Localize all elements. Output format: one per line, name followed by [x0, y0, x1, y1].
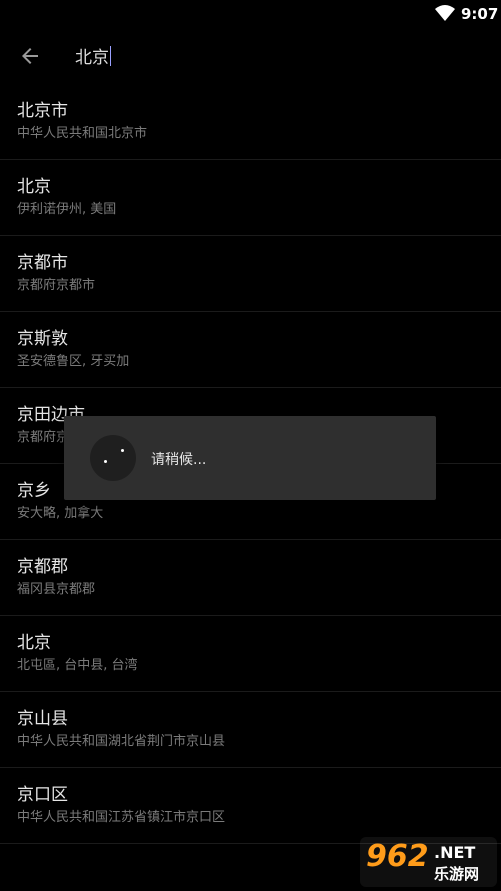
arrow-left-icon[interactable]: [18, 44, 42, 68]
watermark-net: .NET: [434, 843, 476, 862]
result-desc: 安大略, 加拿大: [17, 506, 104, 521]
list-item[interactable]: 京口区中华人民共和国江苏省镇江市京口区: [0, 768, 501, 844]
result-desc: 伊利诺伊州, 美国: [17, 202, 117, 217]
loading-spinner-icon: [90, 435, 136, 481]
result-name: 京都市: [17, 253, 68, 273]
result-name: 北京: [17, 177, 51, 197]
result-name: 北京: [17, 633, 51, 653]
watermark-sub: 乐游网: [434, 865, 480, 883]
result-desc: 京都府京都市: [17, 278, 96, 293]
list-item[interactable]: 京山县中华人民共和国湖北省荆门市京山县: [0, 692, 501, 768]
list-item[interactable]: 北京伊利诺伊州, 美国: [0, 160, 501, 236]
list-item[interactable]: 京都市 京都府京都市: [0, 236, 501, 312]
result-name: 北京市: [17, 101, 68, 121]
search-input[interactable]: 北京: [75, 43, 111, 68]
result-desc: 北屯區, 台中县, 台湾: [17, 658, 138, 673]
search-bar: 北京: [0, 28, 501, 84]
result-name: 京斯敦: [17, 329, 68, 349]
list-item[interactable]: 北京北屯區, 台中县, 台湾: [0, 616, 501, 692]
result-desc: 中华人民共和国湖北省荆门市京山县: [17, 734, 226, 749]
wifi-icon: [435, 5, 455, 21]
watermark-logo: 962: [366, 839, 429, 874]
result-desc: 圣安德鲁区, 牙买加: [17, 354, 130, 369]
status-time: 9:07: [461, 5, 499, 23]
site-watermark: 962 .NET 乐游网: [360, 837, 497, 887]
status-bar: 9:07: [0, 0, 501, 28]
result-name: 京口区: [17, 785, 68, 805]
result-name: 京山县: [17, 709, 68, 729]
list-item[interactable]: 京斯敦圣安德鲁区, 牙买加: [0, 312, 501, 388]
loading-dialog: 请稍候...: [64, 416, 436, 500]
list-item[interactable]: 京都郡 福冈县京都郡: [0, 540, 501, 616]
search-query-text: 北京: [75, 48, 109, 68]
result-desc: 福冈县京都郡: [17, 582, 96, 597]
result-desc: 中华人民共和国江苏省镇江市京口区: [17, 810, 226, 825]
loading-message: 请稍候...: [151, 452, 207, 468]
result-name: 京都郡: [17, 557, 68, 577]
result-desc: 中华人民共和国北京市: [17, 126, 148, 141]
list-item[interactable]: 北京市中华人民共和国北京市: [0, 84, 501, 160]
text-caret: [110, 45, 111, 66]
